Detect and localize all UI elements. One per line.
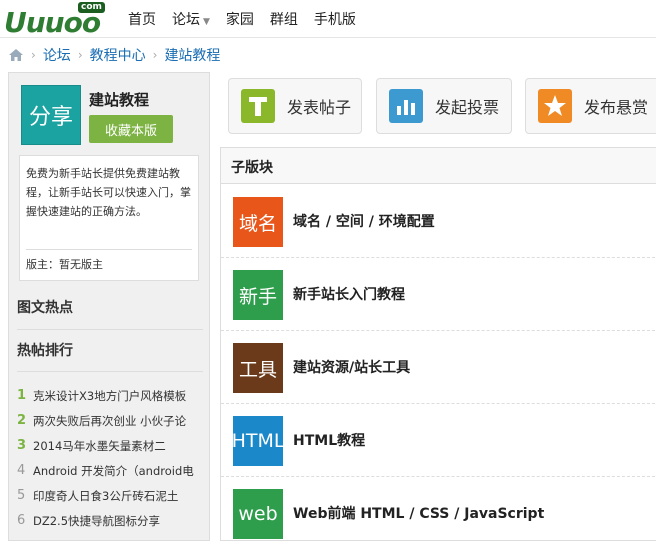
post-title: 两次失败后再次创业 小伙子论 bbox=[33, 413, 187, 428]
subforum-row[interactable]: HTML HTML教程 bbox=[221, 404, 656, 477]
nav-item-home-space[interactable]: 家园 bbox=[226, 9, 254, 29]
main-nav: 首页 论坛 ▼ 家园 群组 手机版 bbox=[120, 0, 364, 38]
post-title: 克米设计X3地方门户风格模板 bbox=[33, 388, 187, 403]
new-poll-button[interactable]: 发起投票 bbox=[376, 78, 512, 134]
image-hot-heading: 图文热点 bbox=[17, 300, 73, 316]
logo-badge: com bbox=[78, 2, 105, 13]
chevron-down-icon: ▼ bbox=[203, 17, 210, 27]
subforum-name[interactable]: 新手站长入门教程 bbox=[293, 284, 405, 304]
home-icon[interactable] bbox=[8, 47, 24, 63]
favorite-button[interactable]: 收藏本版 bbox=[89, 115, 173, 143]
list-item[interactable]: 6 DZ2.5快捷导航图标分享 bbox=[17, 508, 207, 533]
list-item[interactable]: 4 Android 开发简介（android电 bbox=[17, 458, 207, 483]
bar-chart-icon bbox=[389, 89, 423, 123]
panel-header: 子版块 bbox=[221, 148, 656, 184]
new-thread-label: 发表帖子 bbox=[287, 98, 352, 117]
subforum-name[interactable]: Web前端 HTML / CSS / JavaScript bbox=[293, 503, 544, 523]
hot-posts-heading: 热帖排行 bbox=[17, 343, 73, 359]
top-navbar: Uuuoo com 首页 论坛 ▼ 家园 群组 手机版 bbox=[0, 0, 656, 39]
rank-number: 6 bbox=[17, 513, 26, 528]
subforum-icon[interactable]: web bbox=[233, 489, 283, 539]
subforum-row[interactable]: 新手 新手站长入门教程 bbox=[221, 258, 656, 331]
list-item[interactable]: 2 两次失败后再次创业 小伙子论 bbox=[17, 408, 207, 433]
new-reward-label: 发布悬赏 bbox=[584, 98, 649, 117]
subforum-row[interactable]: web Web前端 HTML / CSS / JavaScript bbox=[221, 477, 656, 541]
breadcrumb-forum[interactable]: 论坛 bbox=[43, 45, 71, 65]
forum-description: 免费为新手站长提供免费建站教程，让新手站长可以快速入门，掌握快速建站的正确方法。 bbox=[26, 167, 191, 218]
divider bbox=[17, 371, 203, 372]
chevron-right-icon: › bbox=[77, 48, 83, 62]
hot-posts-list: 1 克米设计X3地方门户风格模板 2 两次失败后再次创业 小伙子论 3 2014马年水… bbox=[17, 383, 207, 533]
list-item[interactable]: 5 印度奇人日食3公斤砖石泥土 bbox=[17, 483, 207, 508]
new-reward-button[interactable]: 发布悬赏 bbox=[525, 78, 656, 134]
subforum-name[interactable]: 建站资源/站长工具 bbox=[293, 357, 410, 377]
new-thread-button[interactable]: 发表帖子 bbox=[228, 78, 362, 134]
nav-item-groups[interactable]: 群组 bbox=[270, 9, 298, 29]
list-item[interactable]: 3 2014马年水墨矢量素材二 bbox=[17, 433, 207, 458]
subforum-name[interactable]: 域名 / 空间 / 环境配置 bbox=[293, 211, 435, 231]
forum-moderator: 版主：暂无版主 bbox=[26, 258, 103, 271]
list-item[interactable]: 1 克米设计X3地方门户风格模板 bbox=[17, 383, 207, 408]
forum-info: 分享 建站教程 收藏本版 免费为新手站长提供免费建站教程，让新手站长可以快速入门… bbox=[19, 83, 199, 281]
subforum-row[interactable]: 域名 域名 / 空间 / 环境配置 bbox=[221, 185, 656, 258]
breadcrumb-tutorial-center[interactable]: 教程中心 bbox=[90, 45, 146, 65]
new-poll-label: 发起投票 bbox=[435, 98, 500, 117]
post-title: Android 开发简介（android电 bbox=[33, 463, 194, 478]
subforum-icon[interactable]: 域名 bbox=[233, 197, 283, 247]
post-title: DZ2.5快捷导航图标分享 bbox=[33, 513, 161, 528]
subforum-name[interactable]: HTML教程 bbox=[293, 430, 365, 450]
subforums-panel: 子版块 域名 域名 / 空间 / 环境配置 新手 新手站长入门教程 工具 建站资… bbox=[220, 147, 656, 541]
nav-item-home[interactable]: 首页 bbox=[128, 9, 156, 29]
rank-number: 2 bbox=[17, 413, 27, 428]
forum-share-icon: 分享 bbox=[21, 85, 81, 145]
forum-description-box: 免费为新手站长提供免费建站教程，让新手站长可以快速入门，掌握快速建站的正确方法。… bbox=[19, 155, 199, 281]
rank-number: 5 bbox=[17, 488, 26, 503]
text-t-icon bbox=[241, 89, 275, 123]
subforum-icon[interactable]: 工具 bbox=[233, 343, 283, 393]
divider bbox=[26, 249, 192, 250]
chevron-right-icon: › bbox=[152, 48, 158, 62]
rank-number: 4 bbox=[17, 463, 26, 478]
sidebar: 分享 建站教程 收藏本版 免费为新手站长提供免费建站教程，让新手站长可以快速入门… bbox=[8, 72, 210, 541]
divider bbox=[17, 329, 203, 330]
forum-title: 建站教程 bbox=[89, 91, 150, 109]
subforum-icon[interactable]: HTML bbox=[232, 416, 284, 466]
breadcrumb-current[interactable]: 建站教程 bbox=[164, 45, 220, 65]
nav-item-forum[interactable]: 论坛 ▼ bbox=[172, 9, 210, 29]
rank-number: 3 bbox=[17, 438, 27, 453]
post-title: 2014马年水墨矢量素材二 bbox=[33, 438, 166, 453]
chevron-right-icon: › bbox=[31, 48, 36, 62]
nav-item-forum-label: 论坛 bbox=[172, 12, 200, 28]
subforum-icon[interactable]: 新手 bbox=[233, 270, 283, 320]
star-icon bbox=[538, 89, 572, 123]
breadcrumb: › 论坛 › 教程中心 › 建站教程 bbox=[8, 45, 220, 65]
nav-item-mobile[interactable]: 手机版 bbox=[314, 9, 356, 29]
rank-number: 1 bbox=[17, 388, 27, 403]
subforums-heading: 子版块 bbox=[231, 160, 273, 176]
subforum-row[interactable]: 工具 建站资源/站长工具 bbox=[221, 331, 656, 404]
post-title: 印度奇人日食3公斤砖石泥土 bbox=[33, 488, 179, 503]
site-logo[interactable]: Uuuoo com bbox=[4, 2, 112, 39]
